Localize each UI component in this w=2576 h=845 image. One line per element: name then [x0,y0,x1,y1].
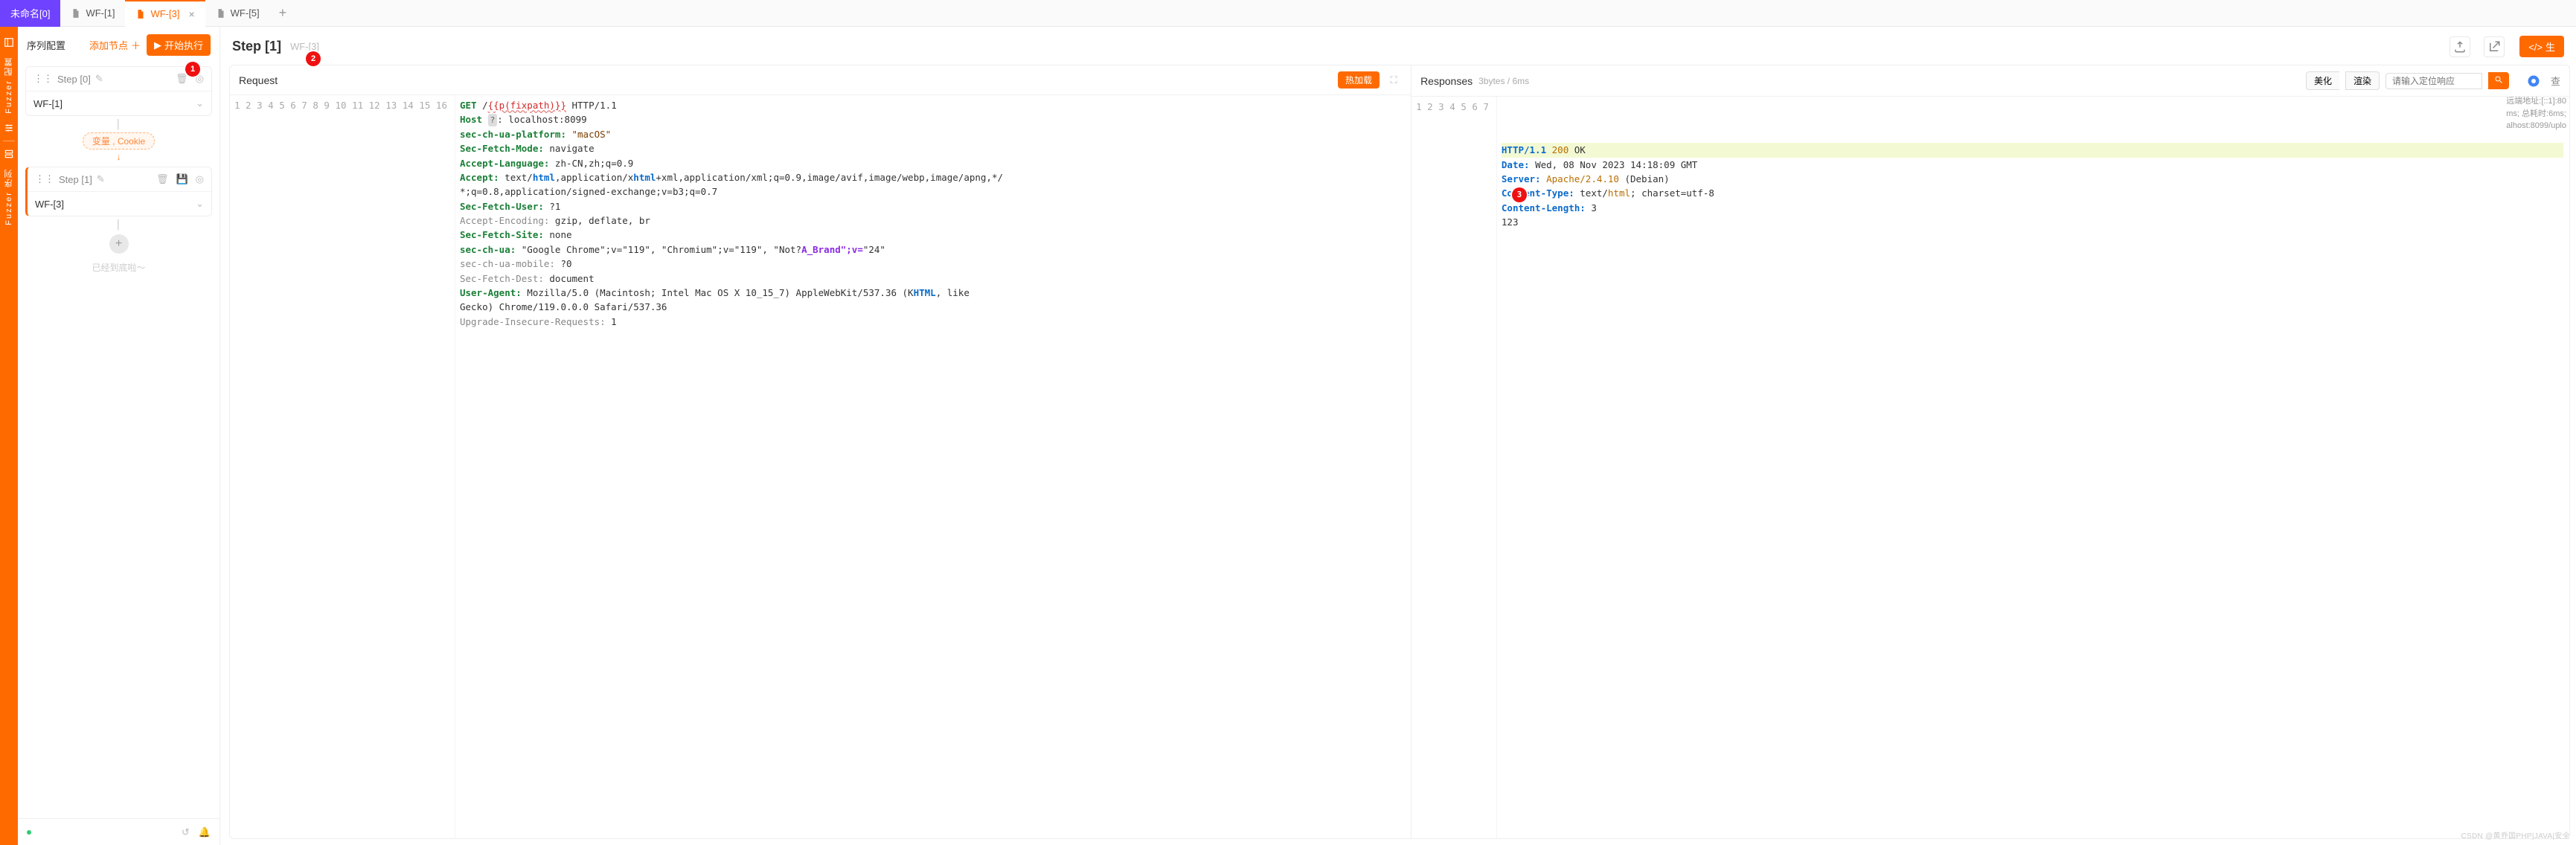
step-title: Step [1] [232,39,281,54]
seq-step-label: ⋮⋮Step [0]✎ [33,73,103,85]
trash-icon[interactable]: 🗑 [156,173,169,185]
seq-connector-bottom: │ [25,219,212,230]
response-search-input[interactable] [2386,73,2482,89]
target-icon[interactable]: ◎ [196,173,204,185]
tab-wf5[interactable]: WF-[5] [205,0,270,27]
open-external-button[interactable] [2484,36,2505,57]
seq-value: WF-[3] [35,199,64,210]
tab-bar: 未命名[0] WF-[1] WF-[3] × WF-[5] + [0,0,2576,27]
search-button[interactable] [2488,72,2509,89]
tab-wf1[interactable]: WF-[1] [60,0,125,27]
inspect-label[interactable]: 查 [2551,74,2560,88]
callout-3: 3 [1512,187,1527,202]
callout-2: 2 [306,51,321,66]
tab-wf3[interactable]: WF-[3] × [125,0,205,27]
tab-label: 未命名[0] [10,6,50,20]
vertical-sidebar: Fuzzer 配置 Fuzzer 序列 [0,27,18,845]
tab-primary[interactable]: 未命名[0] [0,0,60,27]
code-icon: </> [2528,42,2543,53]
seq-connector-top: │ [25,119,212,129]
drag-icon[interactable]: ⋮⋮ [33,73,53,85]
watermark: CSDN @黄乔国PHP|JAVA|安全 [2461,829,2570,841]
response-editor[interactable]: 1 2 3 4 5 6 7 3 HTTP/1.1 200 OKDate: Wed… [1412,97,2569,838]
chevron-down-icon[interactable]: ⌄ [196,97,204,109]
beautify-button[interactable]: 美化 [2306,71,2339,90]
stack-icon[interactable] [4,149,14,159]
plus-icon: ＋ [131,38,141,52]
history-icon[interactable]: ↺ [182,826,190,838]
status-dot [27,830,31,835]
chrome-icon[interactable] [2527,74,2540,88]
file-icon [216,8,226,19]
seq-step-label: ⋮⋮Step [1]✎ [35,173,105,185]
file-icon [135,9,146,19]
seq-value: WF-[1] [33,98,63,109]
tab-add-button[interactable]: + [270,5,296,21]
generate-button[interactable]: </>生 [2519,36,2564,57]
vside-label-seq[interactable]: Fuzzer 序列 [3,168,15,225]
panel-icon[interactable] [4,37,14,48]
tab-label: WF-[3] [150,8,179,19]
request-editor[interactable]: 1 2 3 4 5 6 7 8 9 10 11 12 13 14 15 16 G… [230,95,1411,838]
sequence-list: ⋮⋮Step [0]✎ 🗑 ◎ WF-[1] ⌄ │ 变量 , Cookie ↓… [18,60,220,818]
drag-icon[interactable]: ⋮⋮ [35,173,54,185]
seq-end-label: 已经到底啦～ [25,261,212,274]
expand-icon[interactable]: ⛶ [1385,72,1402,89]
tab-label: WF-[5] [231,7,260,19]
seq-add-button[interactable]: + [109,234,129,254]
arrow-down-icon: ↓ [25,151,212,162]
edit-icon[interactable]: ✎ [95,73,103,85]
callout-1: 1 [185,62,200,77]
response-meta: 3bytes / 6ms [1478,76,1529,86]
notify-icon[interactable]: 🔔 [199,826,211,838]
response-title: Responses [1420,75,1473,87]
save-icon[interactable]: 💾 [176,173,188,185]
vside-label-config[interactable]: Fuzzer 配置 [3,57,15,114]
left-footer: ↺ 🔔 [18,818,220,845]
trash-icon[interactable]: 🗑 [176,73,188,85]
sliders-icon[interactable] [4,123,14,133]
work-area: Step [1] WF-[3] 2 </>生 Request 热加载 ⛶ 1 2… [220,27,2576,845]
seq-card-0[interactable]: ⋮⋮Step [0]✎ 🗑 ◎ WF-[1] ⌄ [25,66,212,116]
request-pane: Request 热加载 ⛶ 1 2 3 4 5 6 7 8 9 10 11 12… [230,65,1412,838]
chevron-down-icon[interactable]: ⌄ [196,198,204,210]
seq-link-pill[interactable]: 变量 , Cookie [83,132,155,150]
play-icon: ▶ [154,39,161,51]
tab-label: WF-[1] [86,7,115,19]
step-crumb: WF-[3] [290,41,319,52]
request-title: Request [239,74,278,86]
render-button[interactable]: 渲染 [2345,71,2380,90]
response-pane: Responses 3bytes / 6ms 美化 渲染 查 1 2 3 4 5… [1412,65,2569,838]
hot-reload-button[interactable]: 热加载 [1338,71,1380,89]
sequence-panel: 序列配置 添加节点＋ ▶开始执行 1 ⋮⋮Step [0]✎ 🗑 ◎ WF-[1… [18,27,220,845]
file-icon [71,8,81,19]
close-icon[interactable]: × [188,8,194,20]
seq-card-1[interactable]: ⋮⋮Step [1]✎ 🗑 💾 ◎ WF-[3] ⌄ [25,167,212,216]
response-sideinfo: 远端地址:[::1]:80ms; 总耗时:6ms;alhost:8099/upl… [2506,95,2566,132]
export-button[interactable] [2450,36,2470,57]
edit-icon[interactable]: ✎ [97,173,105,185]
seq-title: 序列配置 [27,38,65,52]
add-node-button[interactable]: 添加节点＋ [89,38,141,52]
run-button[interactable]: ▶开始执行 [147,34,211,56]
